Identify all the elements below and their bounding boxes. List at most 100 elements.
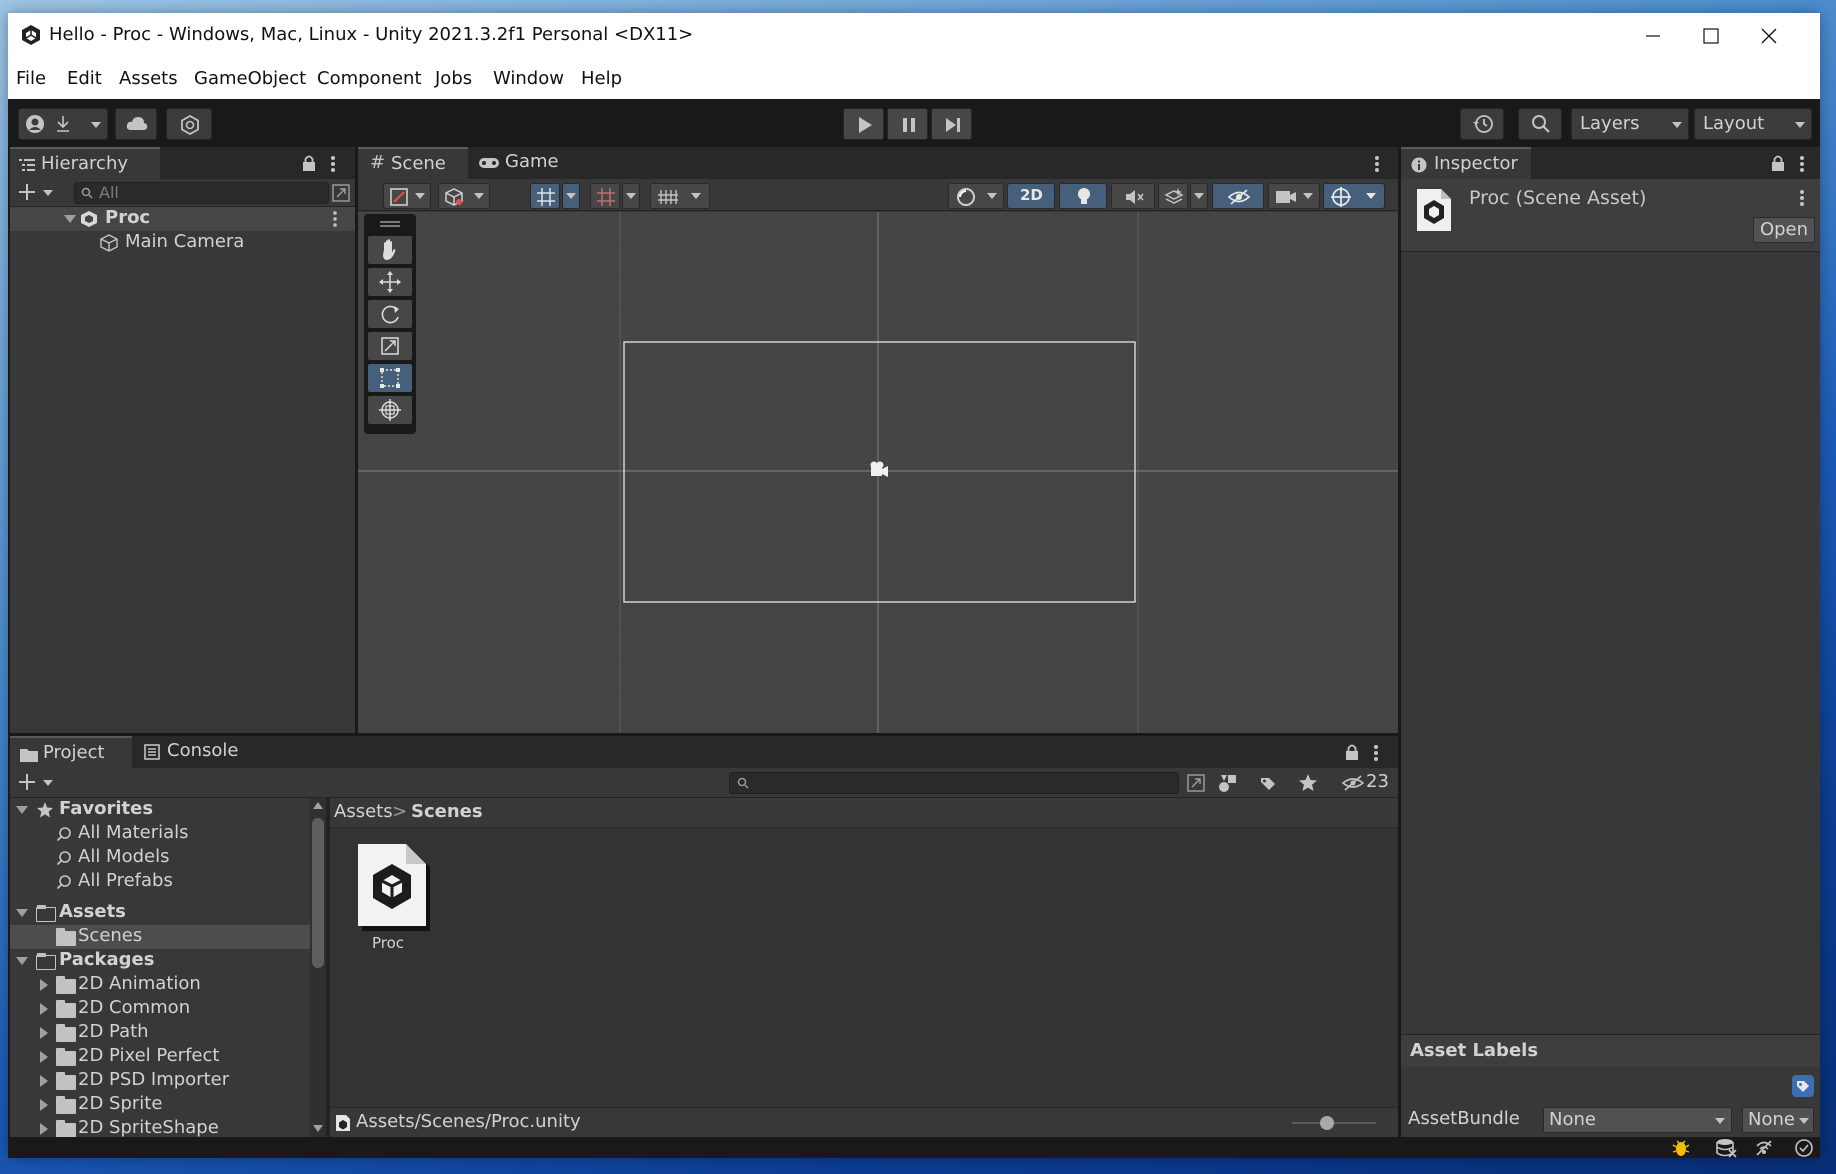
services-button[interactable] [166, 108, 212, 140]
assetbundle-dropdown[interactable]: None [1543, 1107, 1732, 1133]
tree-packages[interactable]: Packages [10, 949, 310, 973]
more-options-icon[interactable] [330, 155, 336, 173]
list-item[interactable]: 2D Sprite [10, 1093, 310, 1117]
expand-arrow-icon[interactable] [16, 806, 28, 814]
effects-dropdown[interactable] [1190, 183, 1208, 209]
menu-assets[interactable]: Assets [119, 68, 178, 89]
close-icon[interactable] [1744, 19, 1794, 53]
collapse-arrow-icon[interactable] [40, 1027, 48, 1039]
scroll-down-icon[interactable] [313, 1125, 323, 1132]
lock-icon[interactable] [1771, 154, 1785, 172]
effects-toggle[interactable] [1158, 183, 1188, 209]
tree-favorites[interactable]: Favorites [10, 798, 310, 822]
menu-help[interactable]: Help [581, 68, 622, 89]
list-item[interactable]: 2D Common [10, 997, 310, 1021]
maximize-icon[interactable] [1686, 19, 1736, 53]
assetbundle-variant-dropdown[interactable]: None [1742, 1107, 1814, 1133]
layout-dropdown[interactable]: Layout [1694, 108, 1812, 140]
lock-icon[interactable] [302, 154, 316, 172]
list-item[interactable]: 2D Path [10, 1021, 310, 1045]
more-options-icon[interactable] [332, 211, 338, 227]
lock-icon[interactable] [1345, 743, 1359, 761]
rotate-tool-icon[interactable] [368, 300, 412, 328]
menu-edit[interactable]: Edit [67, 68, 102, 89]
search-button[interactable] [1518, 108, 1562, 140]
tab-inspector[interactable]: Inspector [1401, 147, 1531, 179]
collapse-arrow-icon[interactable] [40, 1123, 48, 1135]
list-item[interactable]: 2D PSD Importer [10, 1069, 310, 1093]
search-scope-icon[interactable] [332, 184, 350, 202]
cache-server-icon[interactable] [1715, 1138, 1737, 1158]
transform-tool-icon[interactable] [368, 396, 412, 424]
2d-mode-toggle[interactable]: 2D [1007, 183, 1055, 209]
open-button[interactable]: Open [1753, 217, 1815, 243]
menu-component[interactable]: Component [317, 68, 422, 89]
lighting-toggle[interactable] [1059, 183, 1107, 209]
expand-arrow-icon[interactable] [64, 215, 76, 223]
grid-options-dropdown[interactable] [562, 183, 580, 209]
step-button[interactable] [931, 108, 972, 140]
filter-by-label-icon[interactable] [1258, 773, 1278, 793]
scene-viewport[interactable] [358, 212, 1398, 733]
tree-assets[interactable]: Assets [10, 901, 310, 925]
slider-thumb[interactable] [1320, 1116, 1334, 1130]
scroll-up-icon[interactable] [313, 802, 323, 809]
collapse-arrow-icon[interactable] [40, 1099, 48, 1111]
list-item[interactable]: 2D Pixel Perfect [10, 1045, 310, 1069]
scene-row[interactable]: Proc [10, 207, 355, 231]
debug-icon[interactable] [1671, 1138, 1691, 1158]
filter-by-type-icon[interactable] [1218, 773, 1238, 793]
minimize-icon[interactable] [1628, 19, 1678, 53]
collapse-arrow-icon[interactable] [40, 1003, 48, 1015]
drag-handle[interactable] [380, 221, 400, 223]
tab-console[interactable]: Console [132, 736, 247, 768]
asset-grid-item[interactable]: Proc [352, 843, 432, 958]
breadcrumb-assets[interactable]: Assets [334, 801, 393, 822]
camera-dropdown[interactable] [1268, 183, 1320, 209]
list-item[interactable]: All Prefabs [10, 870, 310, 894]
scale-tool-icon[interactable] [368, 332, 412, 360]
zoom-slider[interactable] [1292, 1116, 1376, 1130]
tree-scenes-selected[interactable]: Scenes [10, 925, 310, 949]
label-tag-icon[interactable] [1792, 1075, 1814, 1097]
audio-toggle[interactable] [1111, 183, 1155, 209]
collapse-arrow-icon[interactable] [40, 1075, 48, 1087]
pause-button[interactable] [887, 108, 928, 140]
list-item[interactable]: All Models [10, 846, 310, 870]
menu-jobs[interactable]: Jobs [435, 68, 472, 89]
hierarchy-search-input[interactable]: All [74, 182, 329, 204]
tab-scene[interactable]: # Scene [358, 147, 468, 179]
tab-hierarchy[interactable]: Hierarchy [10, 147, 160, 179]
expand-arrow-icon[interactable] [16, 909, 28, 917]
history-button[interactable] [1460, 108, 1504, 140]
list-item[interactable]: Main Camera [10, 231, 355, 255]
list-item[interactable]: All Materials [10, 822, 310, 846]
increment-snap-toggle[interactable] [590, 183, 620, 209]
menu-window[interactable]: Window [493, 68, 564, 89]
layers-dropdown[interactable]: Layers [1571, 108, 1689, 140]
search-scope-icon[interactable] [1187, 774, 1205, 792]
grid-visibility-dropdown[interactable] [650, 183, 710, 209]
tab-project[interactable]: Project [10, 736, 132, 768]
move-tool-icon[interactable] [368, 268, 412, 296]
more-options-icon[interactable] [1799, 189, 1805, 207]
scene-visibility-toggle[interactable] [1212, 183, 1264, 209]
list-item[interactable]: 2D SpriteShape [10, 1117, 310, 1137]
grid-snap-toggle[interactable] [530, 183, 560, 209]
collapse-arrow-icon[interactable] [40, 1051, 48, 1063]
more-options-icon[interactable] [1374, 155, 1380, 173]
breadcrumb-scenes[interactable]: Scenes [411, 801, 483, 822]
gizmos-dropdown[interactable] [1323, 183, 1385, 209]
more-options-icon[interactable] [1799, 155, 1805, 173]
collapse-arrow-icon[interactable] [40, 979, 48, 991]
asset-labels-header[interactable]: Asset Labels [1401, 1035, 1820, 1067]
create-asset-button[interactable] [18, 772, 58, 794]
project-search-input[interactable] [729, 772, 1179, 794]
collab-button[interactable] [115, 108, 157, 140]
progress-icon[interactable] [1794, 1138, 1814, 1158]
tree-scrollbar[interactable] [310, 798, 326, 1137]
hand-tool-icon[interactable] [368, 236, 412, 264]
hidden-packages-toggle[interactable] [1341, 773, 1365, 793]
favorite-star-icon[interactable] [1298, 773, 1318, 793]
list-item[interactable]: 2D Animation [10, 973, 310, 997]
